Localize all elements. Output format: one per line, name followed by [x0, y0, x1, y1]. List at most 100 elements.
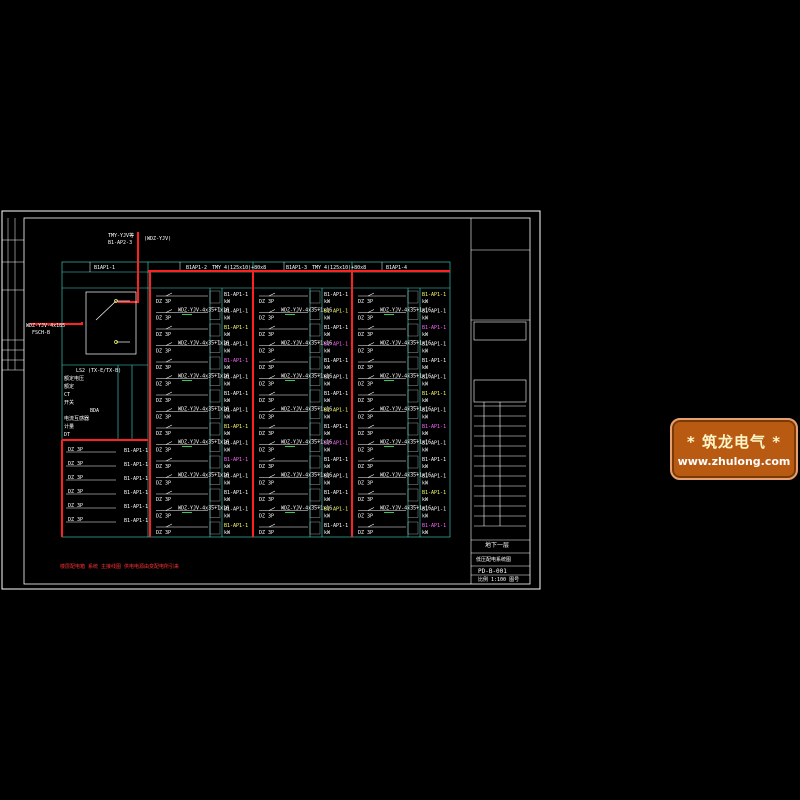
- breaker-symbol: [367, 342, 375, 346]
- circuit-id: B1-AP1-1: [124, 490, 148, 496]
- incoming-label-3: (WDZ-YJV): [144, 236, 171, 242]
- breaker-symbol: [165, 441, 173, 445]
- incomer-row: CT: [64, 392, 70, 398]
- feeder-circuits: DZ 3PB1-AP1-1kWDZ 3PWDZ-YJV-4x35+1x16B1-…: [66, 290, 446, 536]
- left-binding-strip: [2, 218, 24, 371]
- title-project: 地下一层: [485, 541, 509, 549]
- circuit-id: B1-AP1-1: [124, 462, 148, 468]
- circuit-load: kW: [224, 332, 231, 338]
- breaker-symbol: [367, 490, 375, 495]
- incomer-table-header: LS2 (TX-E/TX-B): [76, 368, 121, 374]
- circuit-cell: [407, 356, 419, 370]
- circuit-cell: [209, 455, 221, 469]
- breaker-symbol: [165, 391, 173, 396]
- circuit-load: kW: [422, 481, 429, 487]
- circuit-load: kW: [324, 431, 331, 437]
- breaker-rating: DZ 3P: [156, 316, 171, 322]
- circuit-load: kW: [224, 299, 231, 305]
- breaker-rating: DZ 3P: [156, 497, 171, 503]
- circuit-load: kW: [224, 349, 231, 355]
- breaker-rating: DZ 3P: [259, 332, 274, 338]
- breaker-rating: DZ 3P: [156, 349, 171, 355]
- breaker-symbol: [367, 424, 375, 429]
- breaker-rating: DZ 3P: [358, 398, 373, 404]
- breaker-symbol: [268, 292, 276, 297]
- circuit-id: B1-AP1-1: [224, 507, 248, 513]
- breaker-symbol: [367, 474, 375, 478]
- breaker-symbol: [367, 325, 375, 330]
- circuit-load: kW: [422, 299, 429, 305]
- circuit-cell: [407, 488, 419, 502]
- circuit-load: kW: [422, 464, 429, 470]
- circuit-load: kW: [324, 299, 331, 305]
- circuit-load: kW: [324, 365, 331, 371]
- incoming-left-label: WDZ-YJV-4x185: [26, 323, 65, 329]
- circuit-load: kW: [324, 481, 331, 487]
- circuit-id: B1-AP1-1: [324, 441, 348, 447]
- breaker-symbol: [367, 309, 375, 313]
- breaker-symbol: [367, 457, 375, 462]
- breaker-symbol: [268, 342, 276, 346]
- circuit-id: B1-AP1-1: [224, 391, 248, 397]
- breaker-symbol: [268, 375, 276, 379]
- breaker-symbol: [165, 325, 173, 330]
- circuit-id: B1-AP1-1: [324, 507, 348, 513]
- circuit-cell: [407, 455, 419, 469]
- incomer-row: 额定: [64, 383, 74, 390]
- circuit-cell: [309, 290, 321, 304]
- circuit-id: B1-AP1-1: [324, 292, 348, 298]
- breaker-rating: DZ 3P: [259, 365, 274, 371]
- breaker-rating: DZ 3P: [156, 431, 171, 437]
- breaker-rating: DZ 3P: [68, 489, 83, 495]
- incomer-row: DT: [64, 432, 70, 438]
- circuit-id: B1-AP1-1: [422, 424, 446, 430]
- breaker-symbol: [165, 292, 173, 297]
- incomer-row: 开关: [64, 399, 74, 406]
- circuit-id: B1-AP1-1: [422, 342, 446, 348]
- circuit-load: kW: [422, 530, 429, 536]
- circuit-id: B1-AP1-1: [124, 504, 148, 510]
- circuit-cell: [407, 521, 419, 535]
- circuit-id: B1-AP1-1: [224, 441, 248, 447]
- breaker-rating: DZ 3P: [259, 299, 274, 305]
- circuit-id: B1-AP1-1: [324, 408, 348, 414]
- circuit-id: B1-AP1-1: [324, 490, 348, 496]
- circuit-id: B1-AP1-1: [224, 325, 248, 331]
- breaker-rating: DZ 3P: [259, 464, 274, 470]
- circuit-load: kW: [224, 514, 231, 520]
- circuit-cell: [309, 323, 321, 337]
- breaker-rating: DZ 3P: [259, 382, 274, 388]
- breaker-rating: DZ 3P: [156, 448, 171, 454]
- breaker-rating: DZ 3P: [68, 517, 83, 523]
- breaker-symbol: [367, 358, 375, 363]
- circuit-load: kW: [422, 448, 429, 454]
- circuit-id: B1-AP1-1: [324, 424, 348, 430]
- breaker-symbol: [165, 507, 173, 511]
- breaker-rating: DZ 3P: [68, 503, 83, 509]
- breaker-rating: DZ 3P: [259, 497, 274, 503]
- circuit-load: kW: [324, 415, 331, 421]
- cable-spec: WDZ-YJV-4x35+1x16: [178, 440, 229, 446]
- breaker-symbol: [165, 375, 173, 379]
- drawing-inner-frame: [23, 217, 531, 585]
- circuit-load: kW: [324, 316, 331, 322]
- breaker-rating: DZ 3P: [358, 431, 373, 437]
- circuit-cell: [309, 389, 321, 403]
- breaker-symbol: [367, 523, 375, 528]
- circuit-load: kW: [324, 332, 331, 338]
- circuit-load: kW: [324, 497, 331, 503]
- circuit-id: B1-AP1-1: [324, 342, 348, 348]
- circuit-id: B1-AP1-1: [422, 441, 446, 447]
- breaker-rating: DZ 3P: [358, 349, 373, 355]
- breaker-rating: DZ 3P: [259, 431, 274, 437]
- breaker-symbol: [367, 391, 375, 396]
- breaker-rating: DZ 3P: [156, 365, 171, 371]
- circuit-id: B1-AP1-1: [422, 507, 446, 513]
- circuit-id: B1-AP1-1: [224, 474, 248, 480]
- circuit-load: kW: [224, 530, 231, 536]
- circuit-cell: [209, 356, 221, 370]
- cable-spec: WDZ-YJV-4x35+1x16: [178, 407, 229, 413]
- circuit-load: kW: [224, 431, 231, 437]
- breaker-rating: DZ 3P: [358, 299, 373, 305]
- breaker-rating: DZ 3P: [358, 382, 373, 388]
